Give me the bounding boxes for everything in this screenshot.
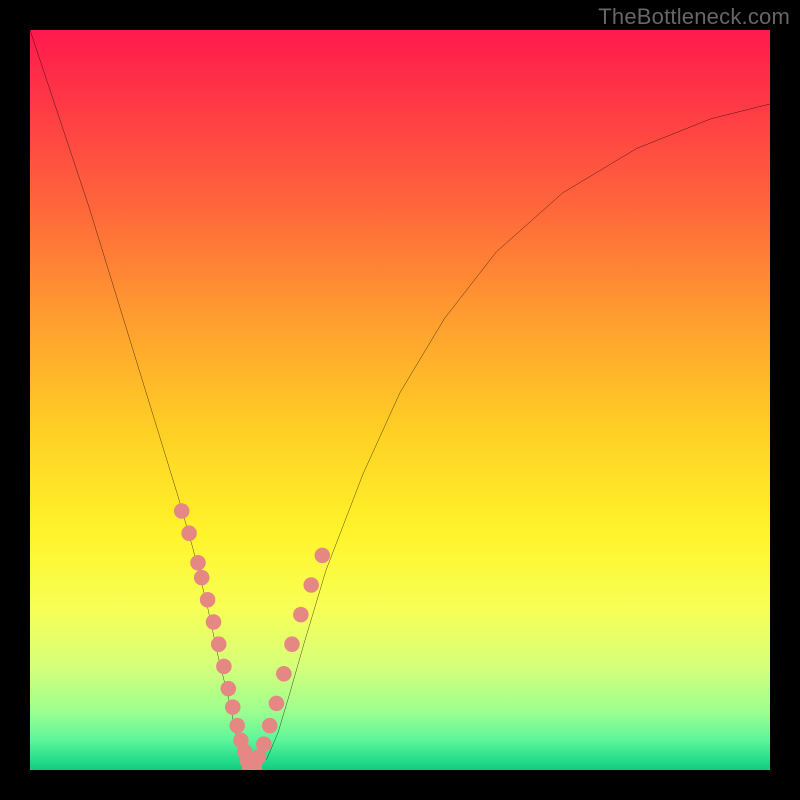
scatter-dot (206, 614, 222, 630)
scatter-dot (194, 570, 210, 586)
plot-area (30, 30, 770, 770)
scatter-dot (284, 636, 300, 652)
scatter-dot (174, 503, 190, 519)
scatter-dot (293, 607, 309, 623)
scatter-dot (229, 718, 245, 734)
scatter-dot (225, 699, 241, 715)
scatter-dot (269, 696, 285, 712)
scatter-dot (221, 681, 237, 697)
scatter-dot (303, 577, 319, 593)
scatter-dot (256, 736, 272, 752)
scatter-dot (190, 555, 206, 571)
chart-svg (30, 30, 770, 770)
left-dots-group (174, 503, 255, 769)
watermark-text: TheBottleneck.com (598, 4, 790, 30)
scatter-dot (200, 592, 216, 608)
scatter-dot (262, 718, 278, 734)
right-dots-group (246, 548, 330, 770)
scatter-dot (276, 666, 292, 682)
scatter-dot (216, 659, 232, 675)
chart-frame: TheBottleneck.com (0, 0, 800, 800)
bottleneck-curve-path (30, 30, 770, 768)
scatter-dot (211, 636, 227, 652)
scatter-dot (181, 525, 197, 541)
scatter-dot (315, 548, 331, 564)
